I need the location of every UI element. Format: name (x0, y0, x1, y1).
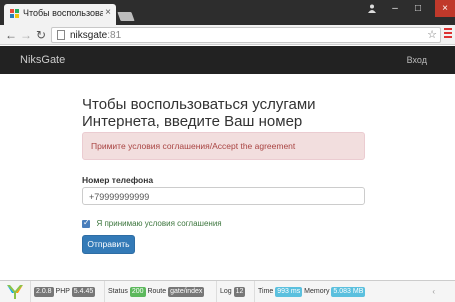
status-badge: 200 (129, 287, 146, 297)
time-badge: 993 ms (275, 287, 303, 297)
memory-label: Memory (304, 288, 330, 295)
reload-button[interactable]: ↻ (34, 28, 48, 42)
browser-tab[interactable]: Чтобы воспользоваться × (4, 4, 116, 25)
debug-profiling-block[interactable]: Time 993 ms Memory 5.083 MB (254, 281, 366, 302)
tab-title: Чтобы воспользоваться (23, 8, 103, 18)
browser-toolbar: ← → ↻ niksgate:81 ☆ (0, 25, 455, 45)
time-label: Time (258, 288, 274, 295)
yii-logo-icon[interactable] (6, 284, 24, 300)
tab-close-icon[interactable]: × (105, 7, 111, 19)
login-link[interactable]: Вход (407, 55, 427, 65)
brand-link[interactable]: NiksGate (20, 54, 65, 66)
debug-log-block[interactable]: Log 12 (216, 281, 246, 302)
phone-label: Номер телефона (82, 175, 154, 185)
address-bar[interactable]: niksgate:81 ☆ (51, 27, 441, 43)
collapse-toolbar-icon[interactable]: ‹ (432, 287, 435, 296)
agreement-row: Я принимаю условия соглашения (82, 215, 222, 233)
yii-version-badge: 2.0.8 (34, 287, 54, 297)
minimize-button[interactable]: – (388, 2, 402, 16)
main-content: Чтобы воспользоваться услугами Интернета… (0, 74, 455, 254)
agreement-checkbox[interactable] (82, 218, 90, 228)
user-icon[interactable] (365, 2, 379, 18)
submit-button[interactable]: Отправить (82, 235, 135, 254)
route-badge: gate/index (168, 287, 205, 297)
back-button[interactable]: ← (4, 28, 18, 42)
favicon-icon (10, 9, 19, 18)
close-window-button[interactable]: × (435, 0, 455, 17)
new-tab-button[interactable] (117, 12, 135, 21)
menu-icon[interactable] (444, 28, 452, 40)
forward-button[interactable]: → (19, 28, 33, 42)
php-label: PHP (55, 288, 70, 295)
maximize-button[interactable]: □ (411, 2, 425, 16)
memory-badge: 5.083 MB (331, 287, 366, 297)
status-label: Status (108, 288, 128, 295)
agreement-label[interactable]: Я принимаю условия соглашения (96, 219, 221, 228)
bookmark-star-icon[interactable]: ☆ (427, 28, 437, 41)
php-version-badge: 5.4.45 (71, 287, 96, 297)
route-label: Route (147, 288, 167, 295)
phone-input[interactable]: +79999999999 (82, 187, 365, 205)
debug-version-block[interactable]: 2.0.8 PHP 5.4.45 (30, 281, 96, 302)
debug-toolbar: 2.0.8 PHP 5.4.45 Status 200 Route gate/i… (0, 280, 455, 302)
browser-titlebar: Чтобы воспользоваться × – □ × (0, 0, 455, 25)
debug-request-block[interactable]: Status 200 Route gate/index (104, 281, 205, 302)
error-alert: Примите условия соглашения/Accept the ag… (82, 132, 365, 160)
site-navbar: NiksGate Вход (0, 46, 455, 74)
url-text: niksgate:81 (70, 30, 122, 41)
log-badge: 12 (233, 287, 246, 297)
log-label: Log (220, 288, 232, 295)
page-icon (57, 30, 65, 40)
